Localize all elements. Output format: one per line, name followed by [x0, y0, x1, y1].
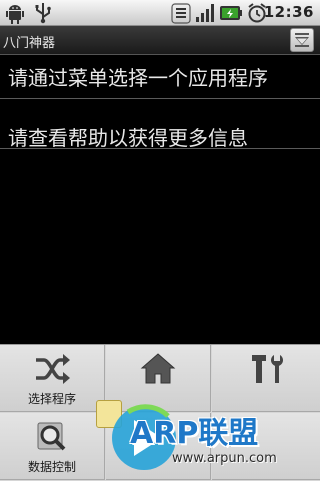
shuffle-icon: [36, 354, 70, 384]
home-icon: [140, 353, 176, 384]
collapse-button[interactable]: [290, 28, 314, 52]
divider: [0, 148, 320, 149]
battery-icon: [220, 6, 242, 20]
status-bar: 12:36: [0, 0, 320, 26]
collapse-icon: [295, 33, 309, 47]
watermark-url: www.arpun.com: [172, 451, 277, 466]
title-bar: 八门神器: [0, 26, 320, 55]
search-icon: [37, 422, 66, 451]
signal-bars-icon: [196, 4, 214, 22]
android-icon: [6, 5, 24, 24]
watermark-brand: ARP联盟: [130, 416, 259, 451]
help-text: 请查看帮助以获得更多信息: [8, 126, 248, 150]
divider: [0, 98, 320, 99]
instruction-text: 请通过菜单选择一个应用程序: [8, 66, 268, 90]
signal-icon: [171, 3, 191, 24]
app-title: 八门神器: [3, 36, 56, 51]
clock: 12:36: [263, 3, 314, 21]
usb-icon: [35, 3, 51, 24]
tools-icon: [252, 355, 283, 383]
